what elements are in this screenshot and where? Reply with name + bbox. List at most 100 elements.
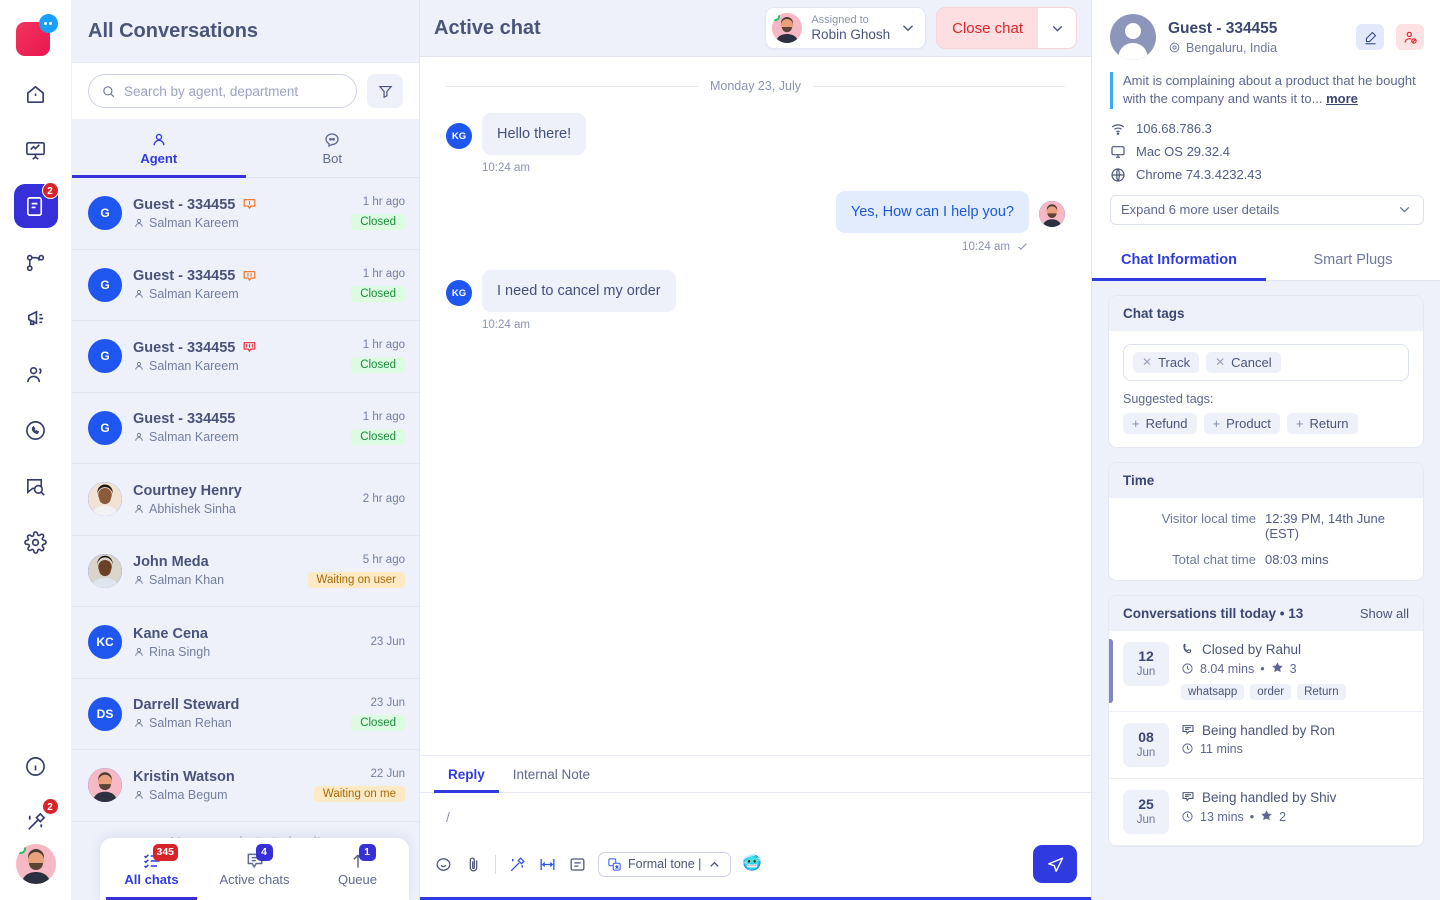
user-note: Amit is complaining about a product that… bbox=[1110, 72, 1424, 109]
remove-tag-icon[interactable]: ✕ bbox=[1215, 356, 1225, 368]
user-note-more-link[interactable]: more bbox=[1326, 91, 1358, 106]
conversation-priority bbox=[242, 197, 257, 212]
expand-user-details[interactable]: Expand 6 more user details bbox=[1110, 194, 1424, 225]
tab-chat-information[interactable]: Chat Information bbox=[1092, 239, 1266, 281]
close-chat-dropdown[interactable] bbox=[1038, 8, 1076, 48]
rail-item-magic[interactable]: 2 bbox=[14, 798, 59, 844]
close-chat-button[interactable]: Close chat bbox=[936, 7, 1077, 49]
tab-bot[interactable]: Bot bbox=[246, 119, 420, 177]
rail-item-settings[interactable] bbox=[14, 520, 58, 564]
conversation-time: 1 hr ago bbox=[362, 339, 405, 352]
edit-user-button[interactable] bbox=[1356, 24, 1384, 50]
conversation-agent: Salman Rehan bbox=[133, 716, 340, 730]
chat-title: Active chat bbox=[434, 16, 541, 39]
rail-item-campaigns[interactable] bbox=[14, 296, 58, 340]
conversation-right: 23 Jun Closed bbox=[351, 697, 405, 731]
add-tag-icon[interactable]: + bbox=[1213, 417, 1221, 430]
canned-response-button[interactable] bbox=[568, 855, 587, 874]
person-icon bbox=[135, 218, 143, 227]
time-label: Total chat time bbox=[1172, 551, 1256, 567]
time-label: Visitor local time bbox=[1161, 510, 1256, 526]
chat-tags-input[interactable]: ✕ Track ✕ Cancel bbox=[1123, 343, 1409, 381]
chat-tag[interactable]: ✕ Cancel bbox=[1206, 351, 1281, 373]
conversation-agent-name: Salman Kareem bbox=[149, 287, 239, 302]
conversation-row[interactable]: John Meda Salman Khan 5 hr ago Waiting o… bbox=[72, 536, 419, 607]
translate-icon bbox=[608, 857, 621, 871]
time-title: Time bbox=[1123, 472, 1155, 488]
rail-item-contacts[interactable] bbox=[14, 352, 58, 396]
suggested-tag[interactable]: + Product bbox=[1203, 412, 1280, 434]
suggested-tag[interactable]: + Return bbox=[1286, 412, 1358, 434]
conversation-info: Kristin Watson Salma Begum bbox=[133, 769, 303, 802]
search-input[interactable] bbox=[124, 83, 344, 99]
suggested-tag-label: Return bbox=[1309, 415, 1349, 431]
block-user-button[interactable] bbox=[1396, 24, 1424, 50]
bottom-nav-icon-wrap: 4 bbox=[245, 844, 273, 871]
suggested-tag[interactable]: + Refund bbox=[1123, 412, 1197, 434]
attachment-button[interactable] bbox=[464, 855, 483, 874]
person-icon bbox=[135, 433, 143, 442]
conversation-row[interactable]: Courtney Henry Abhishek Sinha 2 hr ago bbox=[72, 464, 419, 536]
search-row bbox=[72, 62, 419, 119]
chat-tag[interactable]: ✕ Track bbox=[1133, 351, 1200, 373]
brand-logo[interactable] bbox=[14, 14, 58, 58]
message-input[interactable]: / bbox=[420, 793, 1091, 839]
rail-item-home[interactable] bbox=[14, 72, 58, 116]
emoji-button[interactable] bbox=[434, 855, 453, 874]
conversation-row[interactable]: DS Darrell Steward Salman Rehan 23 Jun C… bbox=[72, 679, 419, 750]
rail-item-whatsapp[interactable] bbox=[14, 408, 58, 452]
conversation-row[interactable]: G Guest - 334455 Salman Kareem 1 hr ago … bbox=[72, 178, 419, 250]
rail-item-analytics[interactable] bbox=[14, 128, 58, 172]
rail-item-info[interactable] bbox=[14, 744, 58, 788]
bottom-nav-item-active-chats[interactable]: 4 Active chats bbox=[203, 838, 306, 900]
conversation-row[interactable]: G Guest - 334455 Salman Kareem 1 hr ago … bbox=[72, 321, 419, 393]
message-avatar bbox=[1039, 201, 1065, 228]
bottom-nav-item-all-chats[interactable]: 345 All chats bbox=[100, 838, 203, 900]
conversation-info: Kane Cena Rina Singh bbox=[133, 626, 359, 659]
conversation-avatar: DS bbox=[88, 696, 122, 731]
conversation-history-item[interactable]: 12 Jun Closed by Rahul 8.04 mins • 3 wha… bbox=[1109, 631, 1423, 712]
tone-selector[interactable]: Formal tone | bbox=[598, 851, 732, 877]
remove-tag-icon[interactable]: ✕ bbox=[1142, 356, 1152, 368]
conversation-row[interactable]: Kristin Watson Salma Begum 22 Jun Waitin… bbox=[72, 750, 419, 822]
conversation-row[interactable]: G Guest - 334455 Salman Kareem 1 hr ago … bbox=[72, 250, 419, 321]
send-button[interactable] bbox=[1033, 845, 1077, 883]
filter-button[interactable] bbox=[367, 74, 403, 108]
add-tag-icon[interactable]: + bbox=[1296, 417, 1304, 430]
message-time: 10:24 am bbox=[482, 319, 676, 331]
tab-reply[interactable]: Reply bbox=[434, 756, 499, 793]
conversation-name: Darrell Steward bbox=[133, 697, 340, 713]
conversation-right: 22 Jun Waiting on me bbox=[313, 768, 405, 803]
history-month: Jun bbox=[1136, 746, 1156, 759]
rail-item-flows[interactable] bbox=[14, 240, 58, 284]
tab-agent-label: Agent bbox=[140, 150, 178, 166]
avatar bbox=[1110, 14, 1156, 60]
conversation-history-item[interactable]: 25 Jun Being handled by Shiv 13 mins • 2 bbox=[1109, 779, 1423, 846]
tab-smart-plugs[interactable]: Smart Plugs bbox=[1266, 239, 1440, 280]
tab-smart-plugs-label: Smart Plugs bbox=[1313, 251, 1393, 268]
add-tag-icon[interactable]: + bbox=[1132, 417, 1140, 430]
magic-wand-button[interactable] bbox=[508, 855, 527, 874]
conversation-agent-name: Salman Kareem bbox=[149, 215, 239, 230]
bottom-nav-item-queue[interactable]: 1 Queue bbox=[306, 838, 409, 900]
tone-emoji[interactable]: 🥶 bbox=[742, 856, 762, 872]
close-chat-label: Close chat bbox=[937, 8, 1038, 48]
rail-item-search-chat[interactable] bbox=[14, 464, 58, 508]
chat-icon bbox=[1182, 792, 1194, 802]
expand-width-button[interactable] bbox=[538, 855, 557, 874]
history-title: Being handled by Shiv bbox=[1181, 790, 1409, 805]
rail-item-conversations[interactable]: 2 bbox=[13, 182, 59, 228]
current-user-avatar[interactable] bbox=[15, 844, 56, 884]
tab-agent[interactable]: Agent bbox=[72, 119, 246, 178]
conversation-row[interactable]: KC Kane Cena Rina Singh 23 Jun bbox=[72, 607, 419, 679]
send-icon bbox=[1047, 856, 1063, 872]
conversation-history-item[interactable]: 08 Jun Being handled by Ron 11 mins bbox=[1109, 712, 1423, 779]
assigned-to-dropdown[interactable]: Assigned to Robin Ghosh bbox=[765, 7, 927, 49]
show-all-link[interactable]: Show all bbox=[1360, 606, 1409, 621]
conversation-row[interactable]: G Guest - 334455 Salman Kareem 1 hr ago … bbox=[72, 393, 419, 464]
conversation-avatar: G bbox=[88, 196, 122, 231]
search-box[interactable] bbox=[88, 74, 357, 108]
wifi-icon bbox=[1111, 124, 1125, 135]
bottom-nav-icon-wrap: 345 bbox=[142, 844, 179, 871]
tab-internal-note[interactable]: Internal Note bbox=[499, 756, 604, 792]
